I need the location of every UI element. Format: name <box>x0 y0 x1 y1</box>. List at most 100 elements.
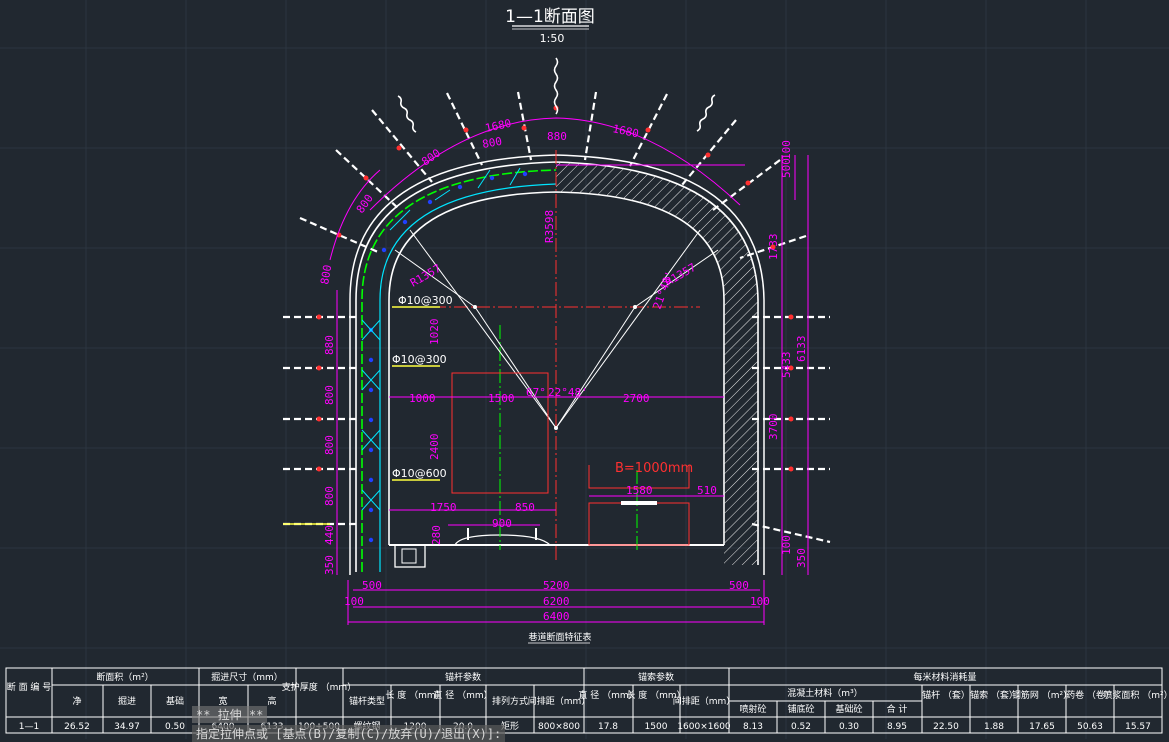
th-section-no: 断 面 编 号 <box>7 681 52 693</box>
dim-arc-1680-left: 1680 <box>484 117 513 135</box>
drawing-title: 1—1断面图 <box>505 7 595 27</box>
th-concrete: 混凝土材料（m³） <box>787 687 862 699</box>
dim-1000: 1000 <box>409 392 436 405</box>
label-phi-600: Φ10@600 <box>392 467 447 480</box>
dim-r1357-left: R1357 <box>408 262 443 290</box>
dim-5200: 5200 <box>543 579 570 592</box>
td-cable-sets: 1.88 <box>984 722 1004 732</box>
th-bolt: 锚杆参数 <box>445 671 481 683</box>
label-phi-300-a: Φ10@300 <box>398 294 453 307</box>
td-cartridge: 50.63 <box>1077 722 1103 732</box>
th-floor-concrete: 铺底砼 <box>787 703 814 715</box>
td-base-concrete: 0.30 <box>839 722 859 732</box>
dim-arc-800-side: 800 <box>318 264 334 286</box>
command-line-1: ** 拉伸 ** <box>192 706 268 723</box>
dim-right-100b: 100 <box>780 535 793 555</box>
arc-center-right <box>633 305 637 309</box>
th-base-concrete: 基础砼 <box>835 703 862 715</box>
dim-right-3700: 3700 <box>767 414 780 441</box>
td-net: 26.52 <box>64 722 90 732</box>
table-text: 断 面 编 号 断面积（m²） 掘进尺寸（mm） 支护厚度 （mm） 锚杆参数 … <box>7 671 1169 715</box>
th-mesh: 钢筋网 （m²） <box>1012 689 1072 701</box>
dim-side-880: 880 <box>323 335 336 355</box>
dim-100-right: 100 <box>750 595 770 608</box>
th-cable-spacing: 间排距（mm） <box>673 695 736 707</box>
dim-side-800-c: 800 <box>323 486 336 506</box>
label-phi-300-b: Φ10@300 <box>392 353 447 366</box>
th-area: 断面积（m²） <box>96 671 153 683</box>
arc-center-main <box>554 426 558 430</box>
conveyor-belt <box>621 501 657 505</box>
dim-right-350: 350 <box>795 548 808 568</box>
cad-canvas[interactable]: 1—1断面图 1:50 B=1000mm 1680 1680 800 880 8… <box>0 0 1169 742</box>
dim-side-800-b: 800 <box>323 435 336 455</box>
th-cable-sets: 锚索 （套） <box>970 689 1018 701</box>
cable-bolt-top <box>553 57 559 115</box>
dim-6400: 6400 <box>543 610 570 623</box>
td-bolt-sets: 22.50 <box>933 722 959 732</box>
th-total: 合 计 <box>887 703 908 715</box>
dim-1020: 1020 <box>428 319 441 346</box>
dim-arc-800-tl: 800 <box>481 135 503 151</box>
dim-right-5433: 5433 <box>780 352 793 379</box>
dim-1580: 1580 <box>626 484 653 497</box>
dim-500-right: 500 <box>729 579 749 592</box>
td-cable-length: 1500 <box>645 722 668 732</box>
dim-side-440: 440 <box>323 525 336 545</box>
command-prompt[interactable]: ** 拉伸 ** 指定拉伸点或 [基点(B)/复制(C)/放弃(U)/退出(X)… <box>192 706 532 742</box>
td-shotcrete: 8.13 <box>743 722 763 732</box>
dim-850: 850 <box>515 501 535 514</box>
td-cable-spacing: 1600×1600 <box>677 722 731 732</box>
dim-900: 900 <box>492 517 512 530</box>
table-row: 1—1 26.52 34.97 0.50 6400 6133 100+500 螺… <box>19 720 1151 732</box>
dim-angle-22: 22°48' <box>548 386 588 399</box>
th-net: 净 <box>72 695 81 707</box>
belt-width-label: B=1000mm <box>615 461 693 476</box>
th-support: 支护厚度 （mm） <box>282 681 356 693</box>
dim-right-6133: 6133 <box>795 336 808 363</box>
th-material: 每米材料消耗量 <box>913 671 976 683</box>
background-grid <box>0 0 1169 739</box>
arc-center-left <box>473 305 477 309</box>
dim-2400: 2400 <box>428 434 441 461</box>
dim-6200: 6200 <box>543 595 570 608</box>
dim-right-1733: 1733 <box>767 234 780 261</box>
th-bolt-sets: 锚杆 （套） <box>922 689 970 701</box>
td-spray-area: 15.57 <box>1125 722 1151 732</box>
drawing-svg[interactable]: 1—1断面图 1:50 B=1000mm 1680 1680 800 880 8… <box>0 0 1169 739</box>
td-mesh: 17.65 <box>1029 722 1055 732</box>
dim-510: 510 <box>697 484 717 497</box>
th-dig: 掘进 <box>118 695 136 707</box>
dim-side-350: 350 <box>323 555 336 575</box>
dim-side-800-a: 800 <box>323 385 336 405</box>
drain-ditch-inner <box>401 548 417 564</box>
drawing-scale: 1:50 <box>540 32 565 45</box>
td-section: 1—1 <box>19 722 39 732</box>
command-line-2[interactable]: 指定拉伸点或 [基点(B)/复制(C)/放弃(U)/退出(X)]: <box>192 725 506 742</box>
th-spray-area: 喷浆面积 （m²） <box>1103 689 1169 701</box>
belt-conveyor <box>588 502 690 546</box>
td-bolt-spacing: 800×800 <box>538 722 580 732</box>
td-cable-dia: 17.8 <box>598 722 618 732</box>
th-excavation: 掘进尺寸（mm） <box>211 671 283 683</box>
th-base: 基础 <box>166 695 184 707</box>
dim-100-left: 100 <box>344 595 364 608</box>
table-caption: 巷道断面特征表 <box>528 631 591 643</box>
dim-angle-21: 21°48' <box>651 269 677 311</box>
dim-arc-880-top: 880 <box>547 130 567 143</box>
td-floor: 0.52 <box>791 722 811 732</box>
cable-bolt-right <box>696 94 716 132</box>
dim-right-500: 500 <box>780 158 793 178</box>
dim-280: 280 <box>430 525 443 545</box>
dim-500-left: 500 <box>362 579 382 592</box>
th-bolt-dia: 直 径 （mm） <box>433 689 492 701</box>
dim-arc-1680-right: 1680 <box>611 122 640 140</box>
th-shotcrete: 喷射砼 <box>739 703 766 715</box>
cable-bolt-left <box>397 95 417 133</box>
th-cable: 锚索参数 <box>638 671 674 683</box>
rock-bolt-anchors <box>316 105 794 472</box>
td-base: 0.50 <box>165 722 185 732</box>
dim-right-100: 100 <box>780 140 793 160</box>
td-total: 8.95 <box>887 722 907 732</box>
dim-1500: 1500 <box>488 392 515 405</box>
